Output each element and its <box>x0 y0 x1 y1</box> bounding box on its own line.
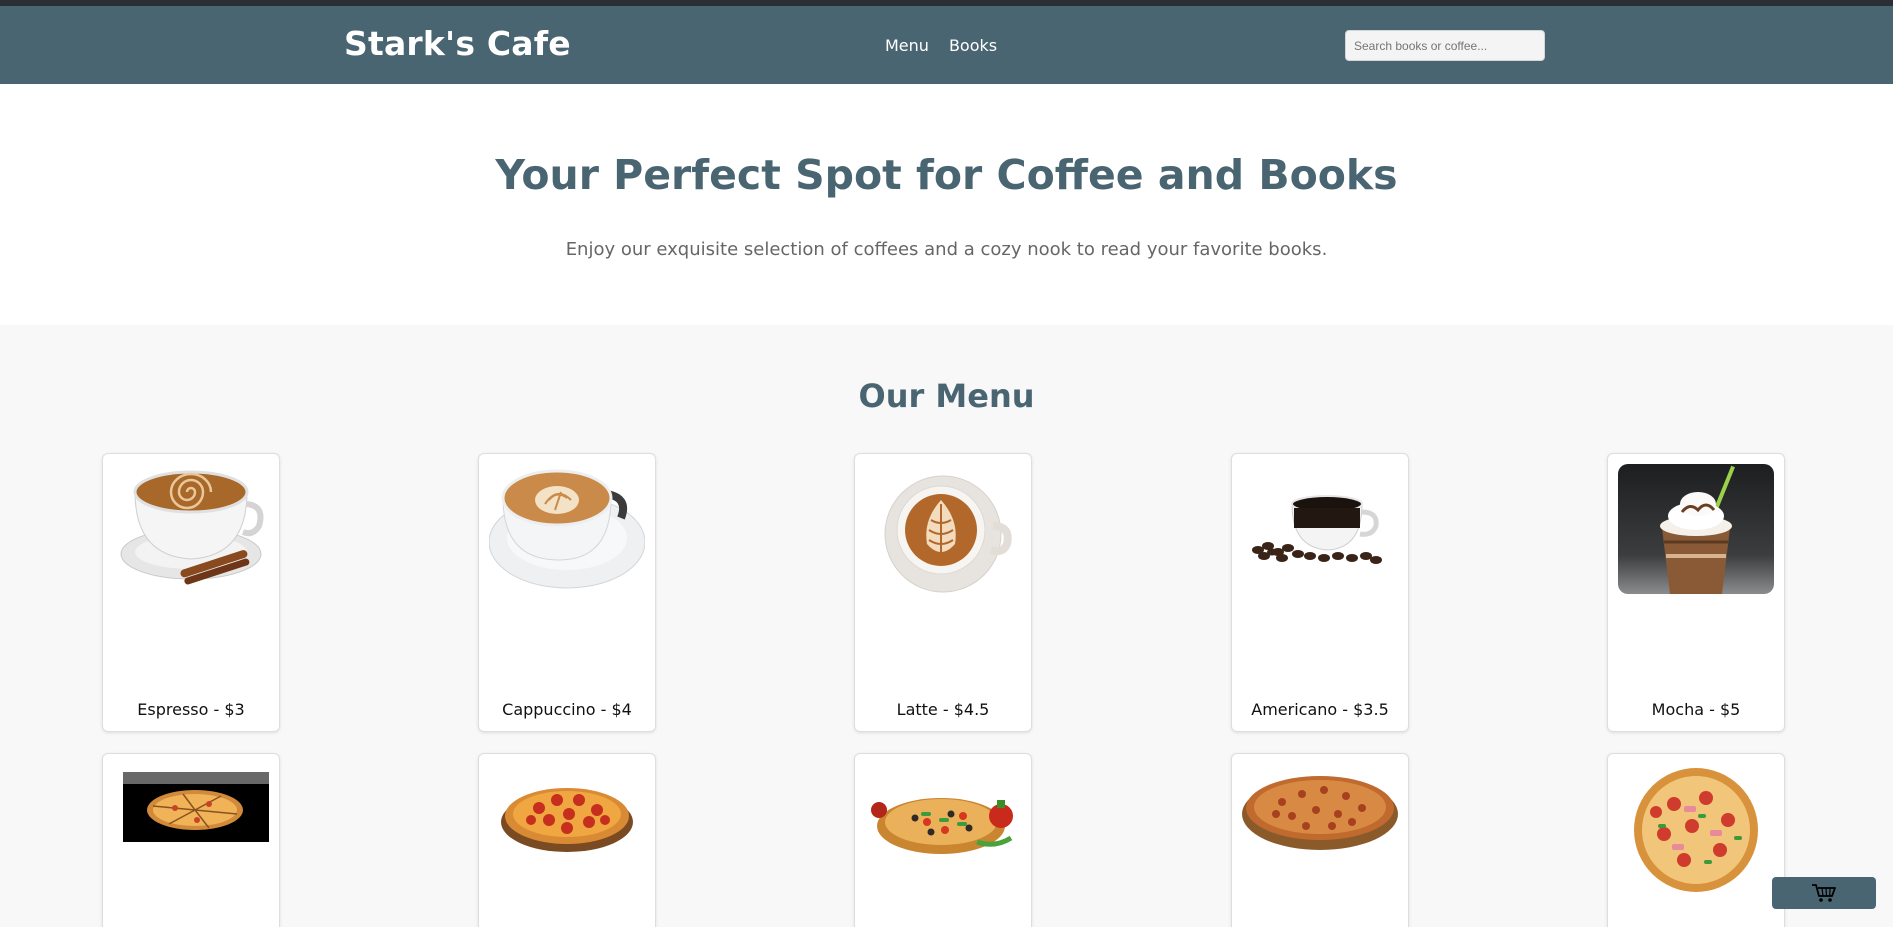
hero-section: Your Perfect Spot for Coffee and Books E… <box>0 84 1893 325</box>
vegetable-pizza-image <box>871 798 1013 854</box>
nav-link-books[interactable]: Books <box>949 36 997 55</box>
menu-card-pizza-1[interactable] <box>102 753 280 927</box>
cart-button[interactable] <box>1772 877 1876 909</box>
menu-item-label: Mocha - $5 <box>1651 700 1741 719</box>
menu-card-cappuccino[interactable]: Cappuccino - $4 <box>478 453 656 732</box>
search-input[interactable] <box>1345 30 1545 61</box>
menu-card-pizza-5[interactable] <box>1607 753 1785 927</box>
mocha-drink-image <box>1618 464 1774 594</box>
americano-cup-image <box>1252 495 1382 564</box>
menu-card-pizza-3[interactable] <box>854 753 1032 927</box>
latte-cup-image <box>884 475 1012 593</box>
menu-item-label: Latte - $4.5 <box>896 700 990 719</box>
menu-section-title: Our Menu <box>858 377 1035 415</box>
espresso-cup-image <box>120 470 264 585</box>
menu-card-mocha[interactable]: Mocha - $5 <box>1607 453 1785 732</box>
menu-item-label: Espresso - $3 <box>137 700 245 719</box>
menu-card-pizza-2[interactable] <box>478 753 656 927</box>
nav-link-menu[interactable]: Menu <box>885 36 929 55</box>
main-nav: Menu Books <box>885 36 997 55</box>
supreme-pizza-image <box>1634 768 1758 892</box>
pepperoni-pizza-image <box>501 788 633 852</box>
menu-card-espresso[interactable]: Espresso - $3 <box>102 453 280 732</box>
menu-item-label: Americano - $3.5 <box>1251 700 1389 719</box>
menu-card-americano[interactable]: Americano - $3.5 <box>1231 453 1409 732</box>
menu-card-pizza-4[interactable] <box>1231 753 1409 927</box>
cappuccino-cup-image <box>489 469 645 589</box>
menu-card-latte[interactable]: Latte - $4.5 <box>854 453 1032 732</box>
menu-item-label: Cappuccino - $4 <box>502 700 632 719</box>
cart-icon <box>1812 884 1836 902</box>
site-logo[interactable]: Stark's Cafe <box>344 24 571 63</box>
hero-title: Your Perfect Spot for Coffee and Books <box>495 151 1398 199</box>
header-bar: Stark's Cafe Menu Books <box>0 6 1893 84</box>
hero-subtitle: Enjoy our exquisite selection of coffees… <box>565 239 1328 260</box>
pizza-image <box>123 772 269 842</box>
meat-pizza-image <box>1242 776 1398 850</box>
